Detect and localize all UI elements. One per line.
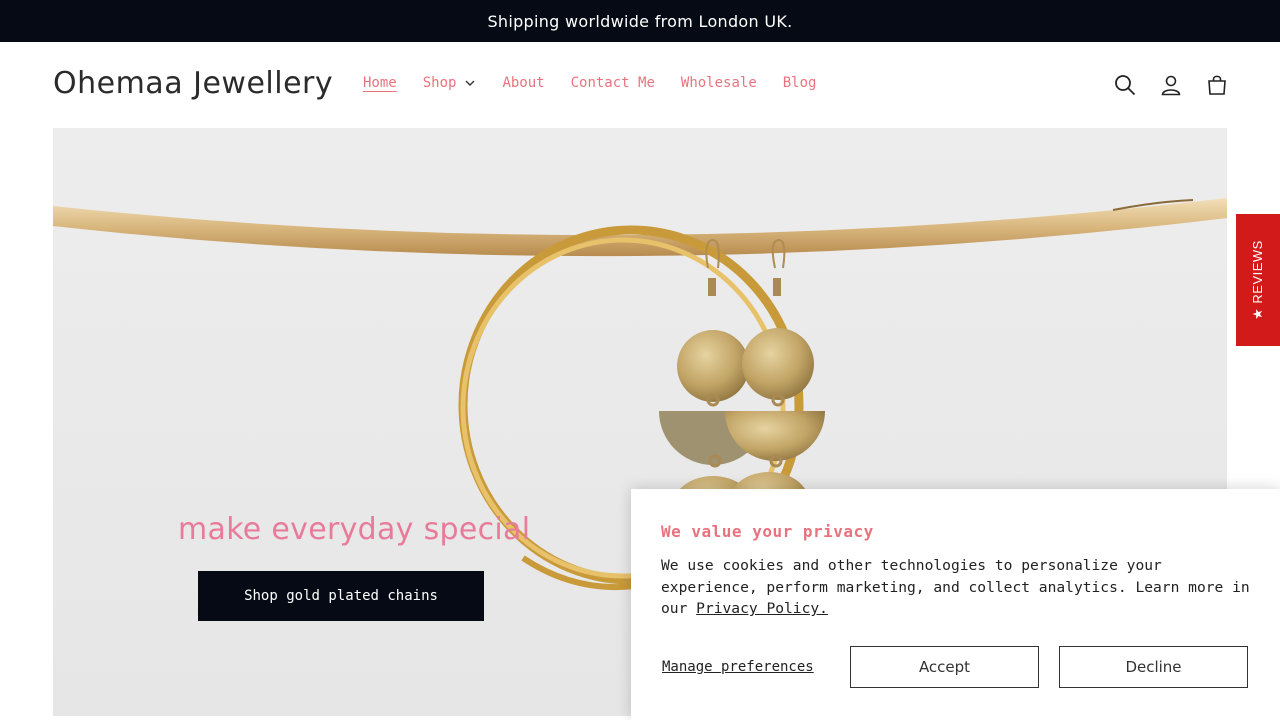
header-icons [1092,72,1230,98]
privacy-body: We use cookies and other technologies to… [661,555,1250,620]
privacy-actions: Manage preferences Accept Decline [662,646,1268,688]
privacy-banner: We value your privacy We use cookies and… [631,489,1280,720]
accept-button[interactable]: Accept [850,646,1039,688]
nav-home-label: Home [363,75,397,91]
decline-button[interactable]: Decline [1059,646,1248,688]
reviews-tab-label: ★ REVIEWS [1250,240,1266,320]
announcement-bar: Shipping worldwide from London UK. [0,0,1280,42]
chevron-down-icon [465,80,475,86]
announcement-text: Shipping worldwide from London UK. [487,11,793,31]
nav-wholesale[interactable]: Wholesale [681,75,757,91]
nav-blog-label: Blog [782,75,817,91]
account-icon[interactable] [1158,72,1184,98]
nav-shop[interactable]: Shop [423,75,477,91]
nav-wholesale-label: Wholesale [680,75,757,91]
nav-shop-label: Shop [422,75,457,91]
site-logo[interactable]: Ohemaa Jewellery [53,66,333,101]
nav-home[interactable]: Home [363,75,397,91]
shop-gold-chains-button[interactable]: Shop gold plated chains [198,571,484,621]
nav-about[interactable]: About [502,75,544,91]
manage-preferences-link[interactable]: Manage preferences [662,659,828,675]
privacy-title: We value your privacy [661,522,874,541]
nav-blog[interactable]: Blog [783,75,817,91]
hero-heading: make everyday special [178,512,531,547]
nav-contact-label: Contact Me [570,75,655,91]
site-header: Ohemaa Jewellery Home Shop About Contact… [0,42,1280,128]
privacy-policy-link[interactable]: Privacy Policy. [696,600,828,617]
nav-contact[interactable]: Contact Me [571,75,655,91]
search-icon[interactable] [1112,72,1138,98]
nav-about-label: About [502,75,545,91]
reviews-tab[interactable]: ★ REVIEWS [1236,214,1280,346]
main-nav: Home Shop About Contact Me Wholesale Blo… [363,75,842,91]
cart-icon[interactable] [1204,72,1230,98]
